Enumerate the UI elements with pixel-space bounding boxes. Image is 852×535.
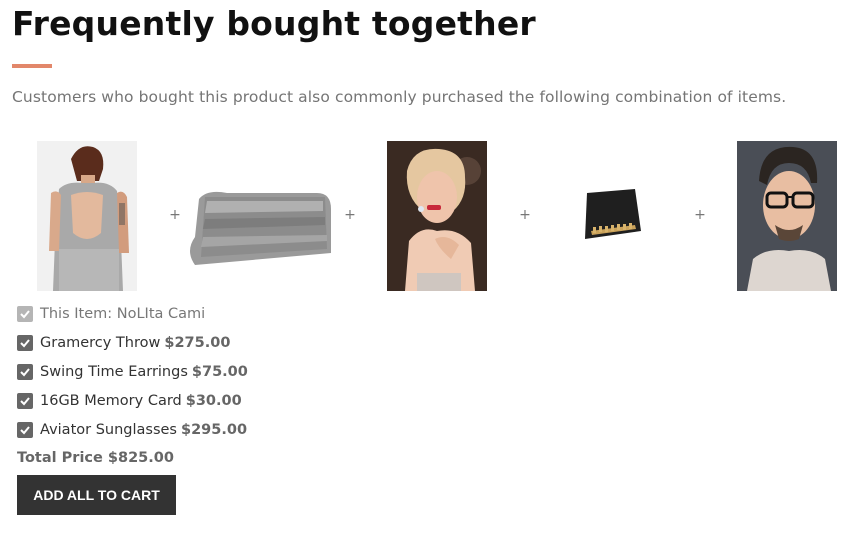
item-price: $295.00	[180, 422, 248, 438]
checkbox-16gb-memory-card[interactable]	[17, 393, 33, 409]
checkbox-gramercy-throw[interactable]	[17, 335, 33, 351]
item-name[interactable]: Gramercy Throw	[40, 335, 160, 351]
section-subtitle: Customers who bought this product also c…	[12, 88, 787, 106]
product-images-row: + + + +	[37, 141, 838, 291]
title-accent-bar	[12, 64, 52, 68]
list-item: Aviator Sunglasses $295.00	[17, 420, 247, 440]
plus-icon: +	[694, 207, 706, 223]
total-price-label: Total Price	[17, 450, 103, 466]
checkbox-this-item[interactable]	[17, 306, 33, 322]
check-icon	[20, 397, 30, 406]
product-image-sunglasses[interactable]	[737, 141, 837, 291]
product-image-memory-card[interactable]	[537, 141, 682, 291]
product-image-cami[interactable]	[37, 141, 137, 291]
checkbox-aviator-sunglasses[interactable]	[17, 422, 33, 438]
list-item: 16GB Memory Card $30.00	[17, 391, 242, 411]
item-name: This Item: NoLIta Cami	[40, 306, 206, 322]
item-name[interactable]: Aviator Sunglasses	[40, 422, 177, 438]
check-icon	[20, 310, 30, 319]
check-icon	[20, 368, 30, 377]
item-name[interactable]: 16GB Memory Card	[40, 393, 182, 409]
item-price: $75.00	[191, 364, 248, 380]
total-price-value: $825.00	[107, 450, 174, 466]
add-all-to-cart-button[interactable]: ADD ALL TO CART	[17, 475, 176, 515]
list-item: Swing Time Earrings $75.00	[17, 362, 248, 382]
plus-icon: +	[519, 207, 531, 223]
check-icon	[20, 339, 30, 348]
product-image-throw[interactable]	[187, 141, 332, 291]
check-icon	[20, 426, 30, 435]
total-price: Total Price $825.00	[17, 450, 174, 466]
item-price: $30.00	[185, 393, 242, 409]
item-name[interactable]: Swing Time Earrings	[40, 364, 188, 380]
list-item: Gramercy Throw $275.00	[17, 333, 230, 353]
item-price: $275.00	[164, 335, 231, 351]
list-item: This Item: NoLIta Cami	[17, 304, 209, 324]
plus-icon: +	[169, 207, 181, 223]
product-image-earrings[interactable]	[387, 141, 487, 291]
checkbox-swing-time-earrings[interactable]	[17, 364, 33, 380]
plus-icon: +	[344, 207, 356, 223]
section-title: Frequently bought together	[12, 4, 536, 43]
